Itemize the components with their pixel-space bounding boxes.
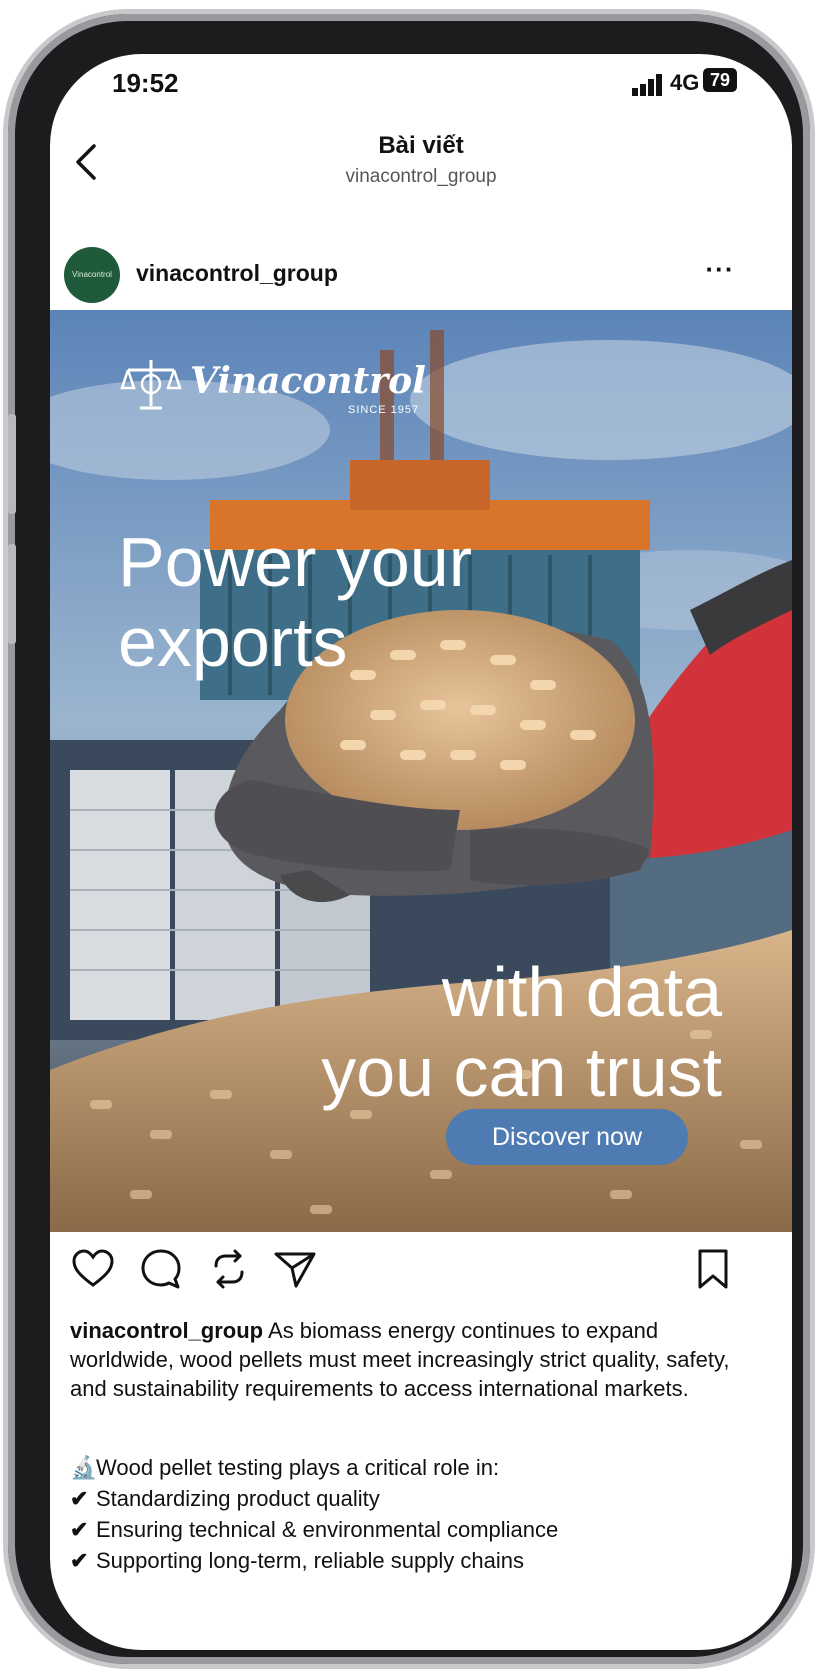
checkmark-icon: ✔ bbox=[70, 1548, 89, 1573]
network-label: 4G bbox=[670, 70, 700, 95]
brand-logo: Vinacontrol SINCE 1957 bbox=[120, 354, 450, 424]
more-options-icon[interactable]: ··· bbox=[700, 254, 740, 284]
bullet-text: Standardizing product quality bbox=[96, 1486, 380, 1511]
status-time: 19:52 bbox=[112, 68, 179, 98]
headline-bottom-line-2: you can trust bbox=[321, 1033, 722, 1111]
heart-icon[interactable] bbox=[70, 1246, 116, 1292]
headline-top: Power your exports bbox=[118, 522, 472, 682]
post-action-bar bbox=[50, 1234, 792, 1304]
bullet-text: Wood pellet testing plays a critical rol… bbox=[96, 1455, 500, 1480]
headline-bottom: with data you can trust bbox=[321, 952, 722, 1112]
page-header: Bài viết vinacontrol_group bbox=[50, 120, 792, 220]
status-bar: 19:52 4G 79 bbox=[50, 54, 792, 114]
volume-up-button bbox=[8, 414, 16, 514]
caption-username[interactable]: vinacontrol_group bbox=[70, 1318, 263, 1343]
checkmark-icon: ✔ bbox=[70, 1517, 89, 1542]
bullet-text: Supporting long-term, reliable supply ch… bbox=[96, 1548, 525, 1573]
headline-bottom-line-1: with data bbox=[441, 953, 722, 1031]
volume-down-button bbox=[8, 544, 16, 644]
page-title: Bài viết bbox=[378, 132, 464, 159]
bullet-item: ✔ Standardizing product quality bbox=[70, 1483, 760, 1514]
share-icon[interactable] bbox=[272, 1246, 318, 1292]
battery-indicator: 79 bbox=[703, 68, 737, 92]
comment-icon[interactable] bbox=[138, 1246, 184, 1292]
discover-now-button[interactable]: Discover now bbox=[446, 1109, 688, 1165]
microscope-icon: 🔬 bbox=[70, 1455, 98, 1480]
headline-top-line-1: Power your bbox=[118, 523, 473, 601]
bullet-item: ✔ Supporting long-term, reliable supply c… bbox=[70, 1545, 760, 1576]
bullet-item: ✔ Ensuring technical & environmental comp… bbox=[70, 1514, 760, 1545]
checkmark-icon: ✔ bbox=[70, 1486, 89, 1511]
phone-frame: 19:52 4G 79 Bài viết vinacontrol_group V… bbox=[8, 14, 810, 1664]
avatar-label: Vinacontrol bbox=[72, 270, 112, 279]
scales-logo-icon bbox=[120, 360, 182, 410]
post-caption: vinacontrol_group As biomass energy cont… bbox=[70, 1316, 760, 1403]
caption-bullets: 🔬Wood pellet testing plays a critical ro… bbox=[70, 1452, 760, 1576]
bookmark-icon[interactable] bbox=[690, 1246, 736, 1292]
page-subtitle: vinacontrol_group bbox=[345, 166, 497, 187]
signal-icon bbox=[632, 74, 662, 96]
avatar[interactable]: Vinacontrol bbox=[64, 247, 120, 303]
bullet-item: 🔬Wood pellet testing plays a critical ro… bbox=[70, 1452, 760, 1483]
brand-logo-text: Vinacontrol bbox=[190, 360, 426, 402]
post-image[interactable]: Vinacontrol SINCE 1957 Power your export… bbox=[50, 310, 792, 1232]
repost-icon[interactable] bbox=[206, 1246, 252, 1292]
phone-screen: 19:52 4G 79 Bài viết vinacontrol_group V… bbox=[50, 54, 792, 1650]
post-username[interactable]: vinacontrol_group bbox=[136, 260, 338, 287]
post-header: Vinacontrol vinacontrol_group ··· bbox=[50, 240, 792, 310]
headline-top-line-2: exports bbox=[118, 603, 348, 681]
brand-since-text: SINCE 1957 bbox=[348, 404, 420, 416]
bullet-text: Ensuring technical & environmental compl… bbox=[96, 1517, 559, 1542]
